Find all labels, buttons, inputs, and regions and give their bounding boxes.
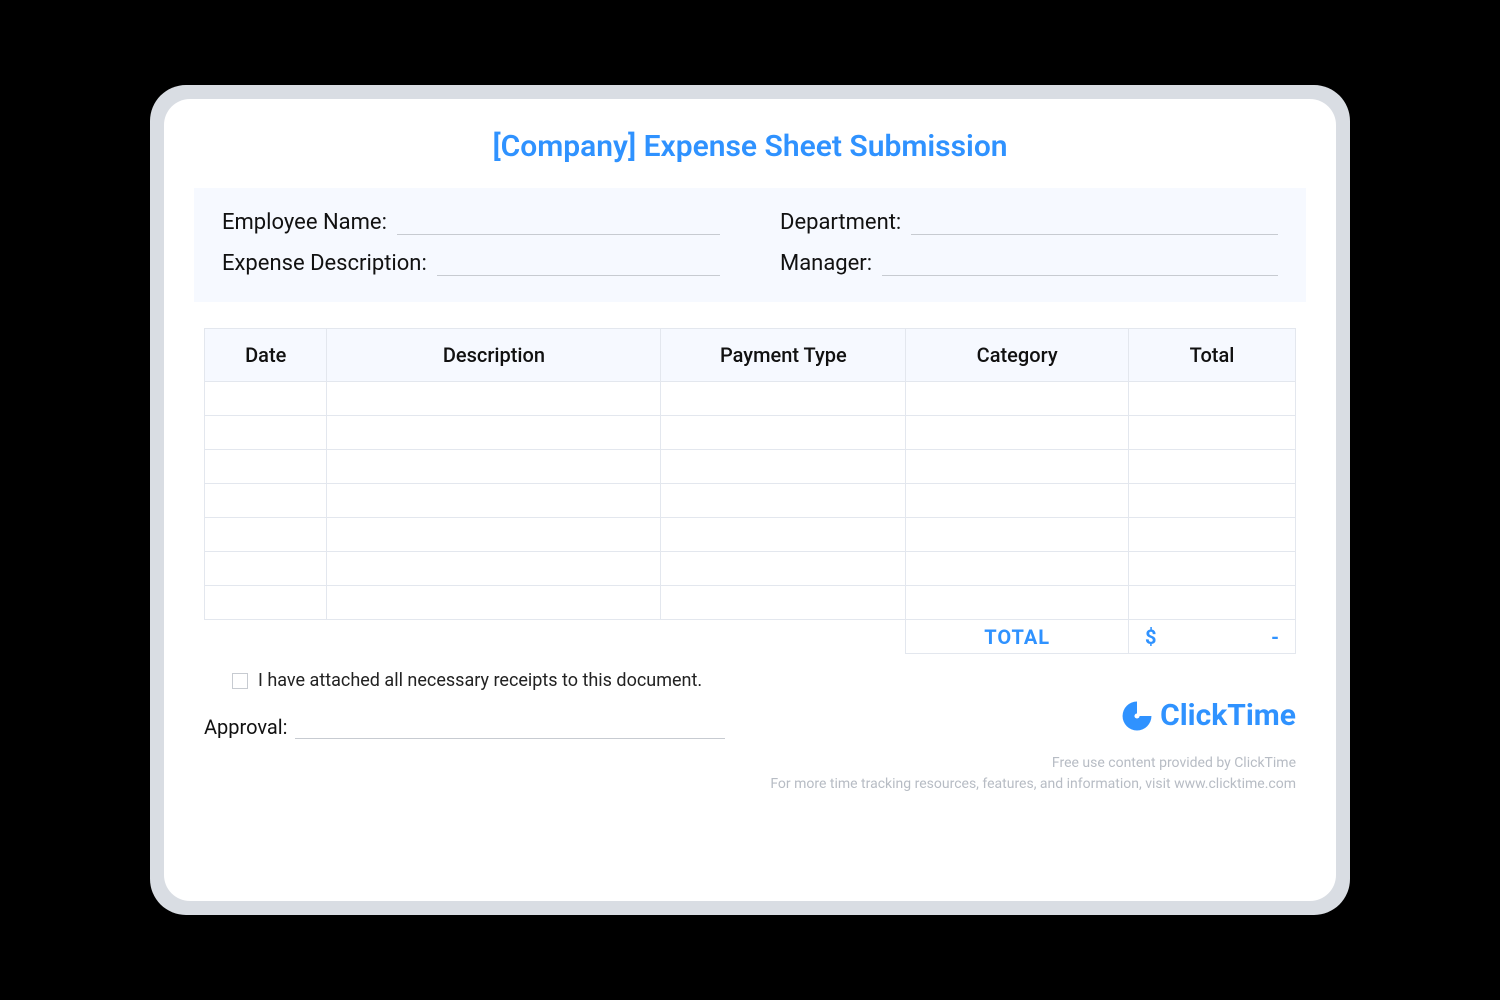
table-row[interactable] [205,586,1296,620]
footer: Free use content provided by ClickTime F… [204,753,1296,795]
table-row[interactable] [205,450,1296,484]
employee-name-input[interactable] [397,213,720,235]
receipt-checkbox[interactable] [232,673,248,689]
table-row[interactable] [205,518,1296,552]
manager-input[interactable] [882,254,1278,276]
table-row[interactable] [205,484,1296,518]
employee-name-field[interactable]: Employee Name: [222,210,720,235]
approval-label: Approval: [204,715,287,739]
receipt-check-label: I have attached all necessary receipts t… [258,670,702,691]
info-section: Employee Name: Department: Expense Descr… [194,188,1306,302]
clock-icon [1120,699,1154,733]
footer-line-2: For more time tracking resources, featur… [204,774,1296,795]
approval-field[interactable]: Approval: [204,715,1100,739]
approval-input[interactable] [295,717,725,739]
manager-label: Manager: [780,251,872,276]
expense-description-input[interactable] [437,254,720,276]
col-category: Category [906,329,1129,382]
col-description: Description [327,329,661,382]
total-row: TOTAL $ - [205,620,1296,654]
manager-field[interactable]: Manager: [780,251,1278,276]
department-label: Department: [780,210,901,235]
total-amount: $ - [1128,620,1295,654]
device-frame: [Company] Expense Sheet Submission Emplo… [150,85,1350,915]
footer-line-1: Free use content provided by ClickTime [204,753,1296,774]
table-row[interactable] [205,382,1296,416]
col-total: Total [1128,329,1295,382]
expense-sheet: [Company] Expense Sheet Submission Emplo… [164,99,1336,901]
employee-name-label: Employee Name: [222,210,387,235]
col-payment-type: Payment Type [661,329,906,382]
col-date: Date [205,329,327,382]
expense-table: Date Description Payment Type Category T… [204,328,1296,654]
page-title: [Company] Expense Sheet Submission [204,129,1296,164]
total-label: TOTAL [906,620,1129,654]
brand-name: ClickTime [1160,698,1296,733]
total-value: - [1271,625,1279,649]
total-currency: $ [1145,625,1156,649]
table-row[interactable] [205,416,1296,450]
table-header-row: Date Description Payment Type Category T… [205,329,1296,382]
table-row[interactable] [205,552,1296,586]
department-input[interactable] [911,213,1278,235]
expense-description-field[interactable]: Expense Description: [222,251,720,276]
expense-description-label: Expense Description: [222,251,427,276]
receipt-confirmation[interactable]: I have attached all necessary receipts t… [232,670,1100,691]
department-field[interactable]: Department: [780,210,1278,235]
clicktime-logo: ClickTime [1120,698,1296,733]
